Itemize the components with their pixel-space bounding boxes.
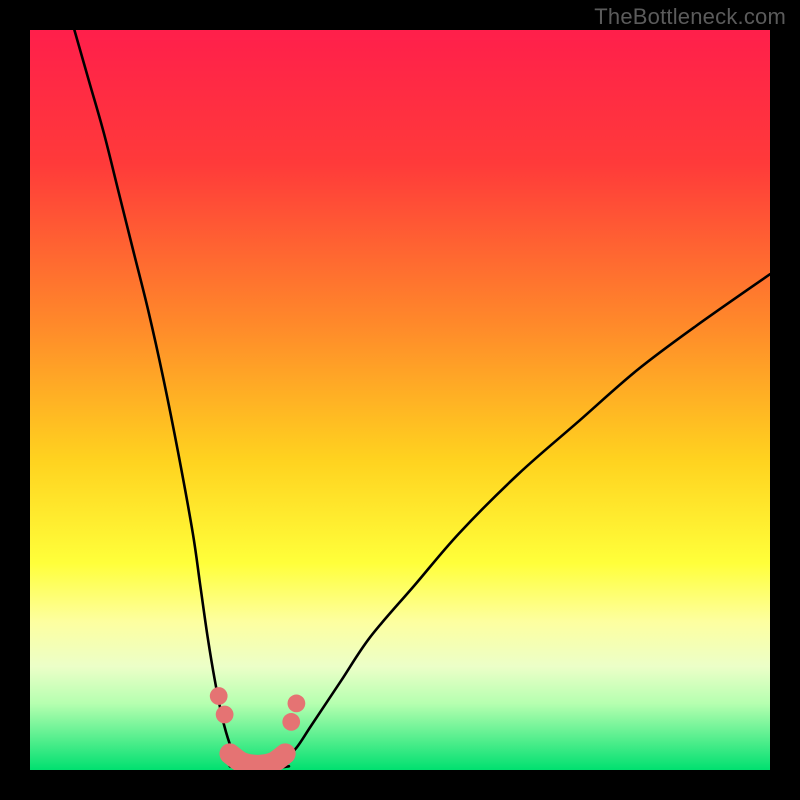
- series-left-branch: [74, 30, 244, 766]
- valley-highlight: [230, 754, 285, 765]
- marker-right-lower: [282, 713, 300, 731]
- series-right-branch: [274, 274, 770, 766]
- curves-group: [74, 30, 770, 769]
- plot-area: [30, 30, 770, 770]
- valley-thick-group: [230, 754, 285, 765]
- chart-frame: TheBottleneck.com: [0, 0, 800, 800]
- marker-left-upper: [210, 687, 228, 705]
- marker-right-upper: [288, 695, 306, 713]
- curve-layer: [30, 30, 770, 770]
- marker-left-lower: [216, 706, 234, 724]
- watermark-text: TheBottleneck.com: [594, 4, 786, 30]
